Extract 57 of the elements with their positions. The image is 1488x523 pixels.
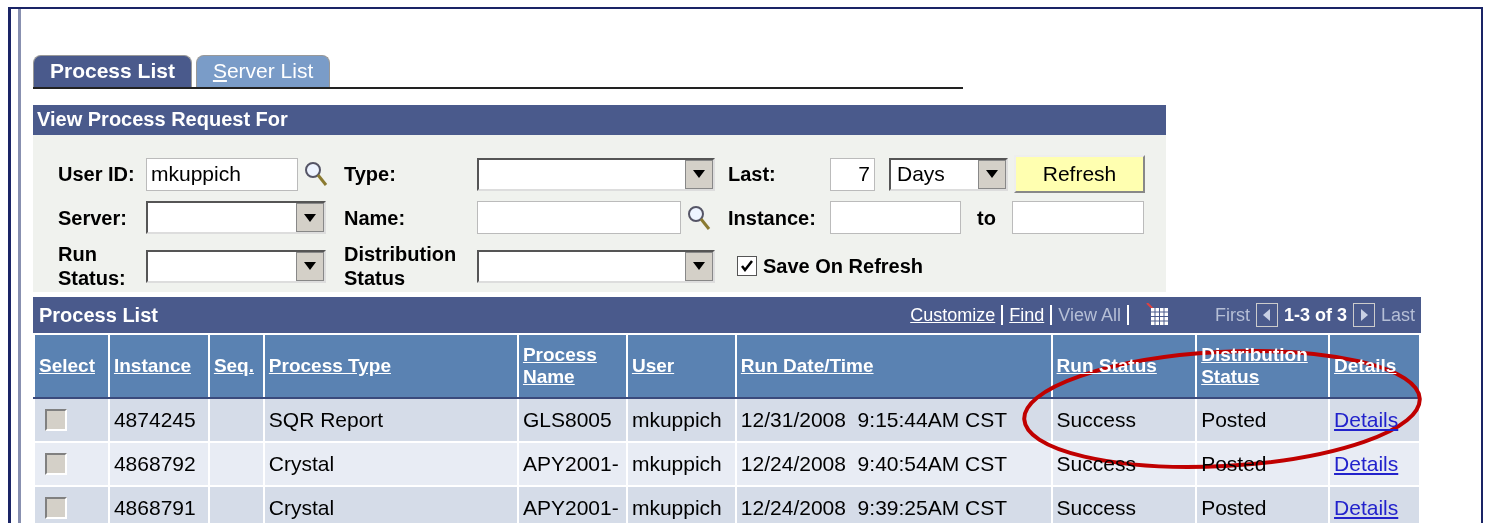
field-label: Instance: [728,205,817,230]
input-field[interactable]: mkuppich [146,157,298,191]
panel-title: View Process Request For [33,105,1166,135]
table-cell: Crystal [268,452,335,475]
table-cell: Success [1056,496,1136,519]
checkbox[interactable] [45,409,67,431]
row-range: 1-3 of 3 [1283,304,1347,326]
dropdown[interactable] [477,157,715,191]
field-label: Name: [344,205,407,230]
dropdown[interactable] [477,249,715,283]
input-field[interactable]: 7 [830,157,875,191]
table-cell: 12/31/2008 9:15:44AM CST [740,408,1007,431]
field-label: Type: [344,162,397,186]
dropdown[interactable] [146,201,326,234]
checkbox[interactable] [45,453,67,475]
table-cell: Success [1056,452,1136,475]
checkbox-label: Save On Refresh [763,254,924,278]
tab[interactable]: Process List [33,55,192,87]
field-label: User ID: [58,162,136,186]
table-cell: 12/24/2008 9:39:25AM CST [740,496,1007,519]
next-icon[interactable] [1352,303,1375,327]
grid-link[interactable]: Customize [910,304,996,326]
grid-icon[interactable] [1144,303,1169,327]
dropdown[interactable] [146,249,326,283]
table-cell: GLS8005 [522,408,612,431]
input-field[interactable] [1011,201,1144,234]
table-cell: Success [1056,408,1136,431]
table-cell: Posted [1201,408,1267,431]
table-cell: mkuppich [631,496,722,519]
field-label: Last: [728,162,777,186]
field-label: Run Status: [58,242,127,290]
grid-title: Process List [39,303,158,327]
input-field[interactable] [477,201,681,234]
search-icon[interactable] [687,204,711,231]
refresh-button[interactable]: Refresh [1014,155,1145,193]
table-cell: APY2001- [522,496,619,519]
table-cell: 4874245 [113,408,196,431]
table-cell: 4868791 [113,496,196,519]
table-cell: Posted [1201,496,1267,519]
checkbox[interactable] [737,256,757,276]
field-label: Server: [58,205,128,230]
input-field[interactable] [830,201,961,234]
table-cell: APY2001- [522,452,619,475]
table-cell: mkuppich [631,452,722,475]
field-label: to [977,205,996,230]
previous-icon[interactable] [1255,303,1278,327]
dropdown[interactable]: Days [889,157,1008,191]
table-cell: 12/24/2008 9:40:54AM CST [740,452,1007,475]
table-cell: 4868792 [113,452,196,475]
search-icon[interactable] [304,161,328,187]
field-label: Distribution Status [344,242,458,290]
tab[interactable]: Server List [195,55,331,87]
grid-link[interactable]: Find [1009,304,1045,326]
checkbox[interactable] [45,497,67,519]
table-cell: Crystal [268,496,335,519]
table-cell: mkuppich [631,408,722,431]
table-cell: SQR Report [268,408,384,431]
